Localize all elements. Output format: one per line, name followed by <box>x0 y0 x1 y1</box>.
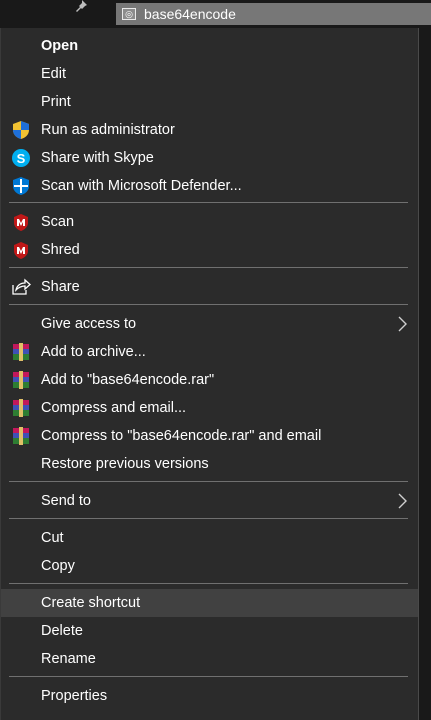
menu-item-label: Scan with Microsoft Defender... <box>41 178 242 194</box>
menu-separator <box>9 518 408 519</box>
menu-item-label: Give access to <box>41 316 137 332</box>
mcafee-icon <box>11 212 31 232</box>
menu-item-label: Compress and email... <box>41 400 187 416</box>
menu-item-label: Add to "base64encode.rar" <box>41 372 215 388</box>
winrar-icon <box>11 342 31 362</box>
menu-item-label: Cut <box>41 530 64 546</box>
menu-item-share-with-skype[interactable]: S Share with Skype <box>1 144 418 172</box>
menu-item-label: Restore previous versions <box>41 456 209 472</box>
menu-item-cut[interactable]: Cut <box>1 524 418 552</box>
menu-separator <box>9 481 408 482</box>
menu-item-label: Rename <box>41 651 96 667</box>
menu-item-print[interactable]: Print <box>1 88 418 116</box>
explorer-top-strip: ◎ base64encode <box>0 0 431 28</box>
menu-item-label: Scan <box>41 214 75 230</box>
menu-item-label: Send to <box>41 493 91 509</box>
winrar-icon <box>11 426 31 446</box>
menu-separator <box>9 676 408 677</box>
share-icon <box>11 277 31 297</box>
winrar-icon <box>11 398 31 418</box>
menu-item-scan[interactable]: Scan <box>1 208 418 236</box>
menu-item-label: Edit <box>41 66 66 82</box>
menu-item-label: Copy <box>41 558 75 574</box>
menu-item-copy[interactable]: Copy <box>1 552 418 580</box>
menu-separator <box>9 267 408 268</box>
menu-item-properties[interactable]: Properties <box>1 682 418 710</box>
menu-item-label: Compress to "base64encode.rar" and email <box>41 428 322 444</box>
menu-separator <box>9 304 408 305</box>
menu-item-restore-previous-versions[interactable]: Restore previous versions <box>1 450 418 478</box>
menu-item-delete[interactable]: Delete <box>1 617 418 645</box>
menu-item-give-access-to[interactable]: Give access to <box>1 310 418 338</box>
menu-item-compress-and-email[interactable]: Compress and email... <box>1 394 418 422</box>
context-menu: Open Edit Print Run as administrator S S… <box>0 28 419 720</box>
winrar-icon <box>11 370 31 390</box>
menu-item-edit[interactable]: Edit <box>1 60 418 88</box>
menu-item-scan-defender[interactable]: Scan with Microsoft Defender... <box>1 172 418 200</box>
menu-item-label: Print <box>41 94 71 110</box>
menu-item-add-to-rar[interactable]: Add to "base64encode.rar" <box>1 366 418 394</box>
menu-item-compress-to-rar-and-email[interactable]: Compress to "base64encode.rar" and email <box>1 422 418 450</box>
menu-item-shred[interactable]: Shred <box>1 236 418 264</box>
menu-item-create-shortcut[interactable]: Create shortcut <box>1 589 418 617</box>
menu-item-rename[interactable]: Rename <box>1 645 418 673</box>
menu-item-label: Properties <box>41 688 108 704</box>
file-name: base64encode <box>144 6 236 22</box>
menu-item-label: Add to archive... <box>41 344 146 360</box>
menu-item-share[interactable]: Share <box>1 273 418 301</box>
menu-item-label: Run as administrator <box>41 122 175 138</box>
pin-icon[interactable] <box>74 0 88 12</box>
menu-item-send-to[interactable]: Send to <box>1 487 418 515</box>
menu-separator <box>9 202 408 203</box>
skype-icon: S <box>11 148 31 168</box>
chevron-right-icon <box>396 492 408 510</box>
menu-item-label: Open <box>41 38 79 54</box>
menu-item-label: Share <box>41 279 80 295</box>
menu-item-open[interactable]: Open <box>1 32 418 60</box>
menu-item-label: Create shortcut <box>41 595 141 611</box>
chevron-right-icon <box>396 315 408 333</box>
selected-file-row[interactable]: ◎ base64encode <box>116 3 431 25</box>
menu-item-add-to-archive[interactable]: Add to archive... <box>1 338 418 366</box>
menu-item-run-as-administrator[interactable]: Run as administrator <box>1 116 418 144</box>
menu-separator <box>9 583 408 584</box>
menu-item-label: Delete <box>41 623 83 639</box>
mcafee-icon <box>11 240 31 260</box>
uac-shield-icon <box>11 120 31 140</box>
defender-shield-icon <box>11 176 31 196</box>
file-icon: ◎ <box>122 8 136 20</box>
menu-item-label: Shred <box>41 242 80 258</box>
svg-text:S: S <box>17 151 26 166</box>
menu-item-label: Share with Skype <box>41 150 154 166</box>
